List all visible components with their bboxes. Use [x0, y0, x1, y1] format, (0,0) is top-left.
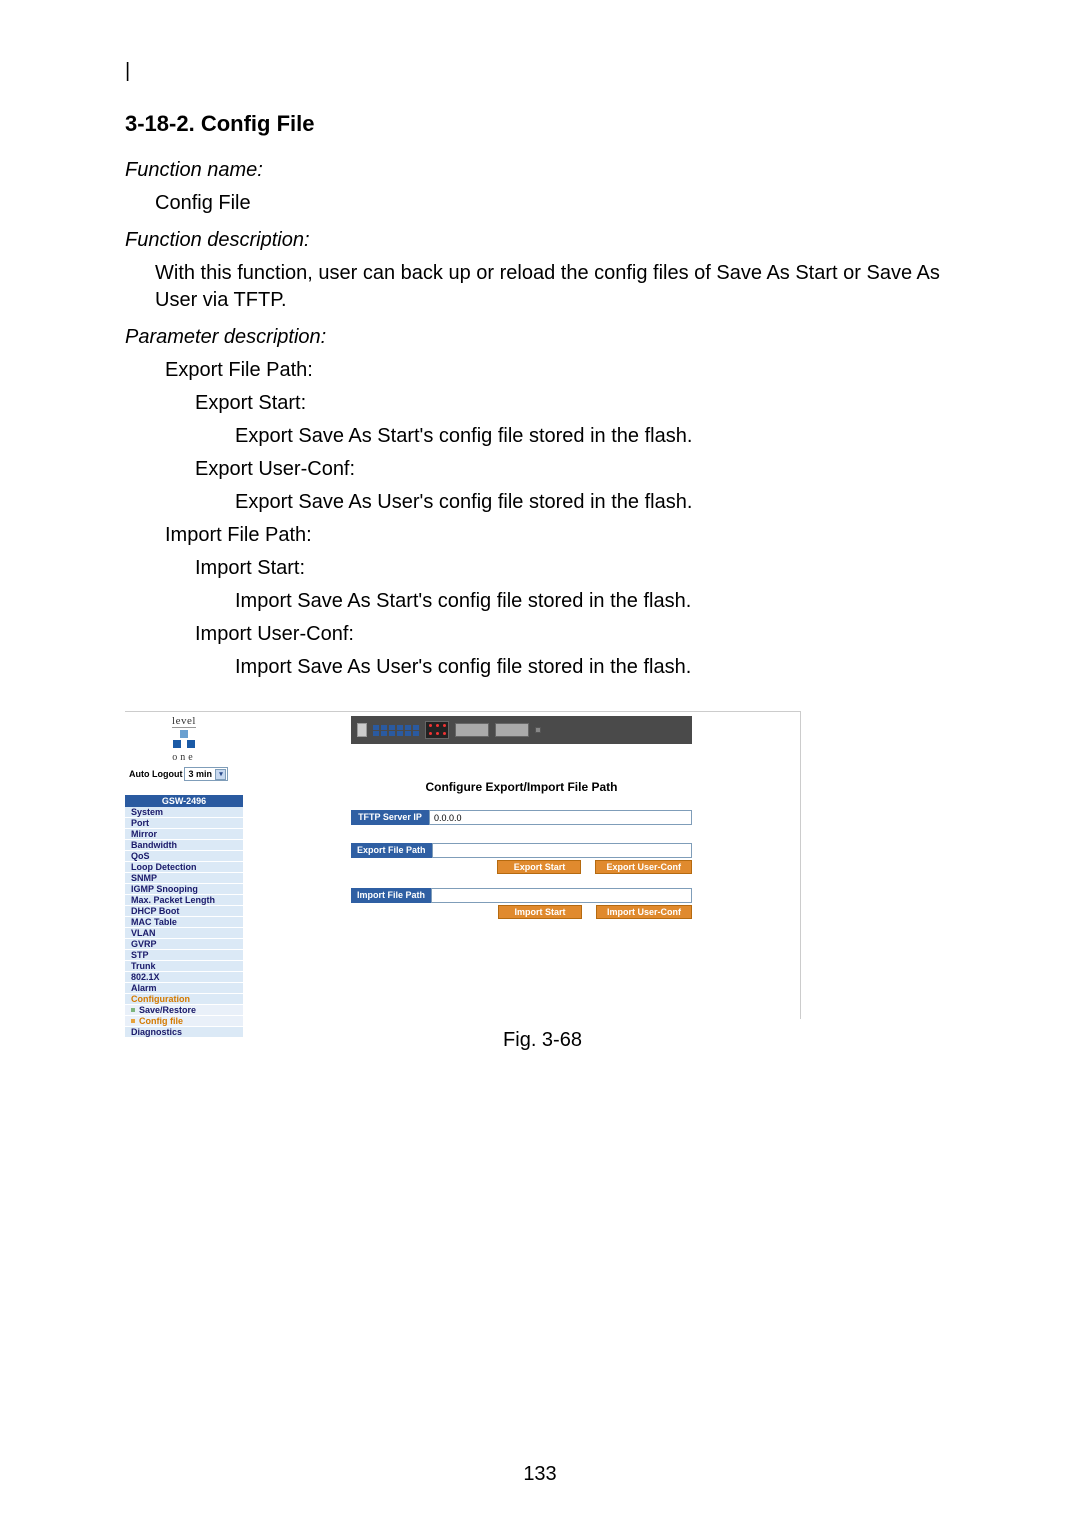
import-start-button[interactable]: Import Start [498, 905, 582, 919]
logo-text-bottom: one [172, 752, 195, 763]
param-import-user-d: Import Save As User's config file stored… [235, 654, 960, 681]
auto-logout-select[interactable]: 3 min ▾ [184, 767, 228, 781]
nav-item-snmp[interactable]: SNMP [125, 873, 243, 884]
function-name-label: Function name: [125, 159, 960, 182]
function-desc-label: Function description: [125, 229, 960, 252]
nav-item-loop-detection[interactable]: Loop Detection [125, 862, 243, 873]
auto-logout-value: 3 min [188, 769, 212, 779]
module-slot-icon [495, 723, 529, 737]
nav-item-gvrp[interactable]: GVRP [125, 939, 243, 950]
nav-item-system[interactable]: System [125, 807, 243, 818]
import-path-row: Import File Path [351, 888, 692, 903]
auto-logout-row: Auto Logout 3 min ▾ [125, 765, 243, 785]
content-title: Configure Export/Import File Path [351, 780, 692, 794]
param-export-user-d: Export Save As User's config file stored… [235, 489, 960, 516]
module-slot-icon [455, 723, 489, 737]
import-path-input[interactable] [431, 888, 692, 903]
param-desc-label: Parameter description: [125, 326, 960, 349]
nav-item-mirror[interactable]: Mirror [125, 829, 243, 840]
export-path-row: Export File Path [351, 843, 692, 858]
param-export-path: Export File Path: [165, 357, 960, 384]
tftp-label: TFTP Server IP [351, 810, 429, 825]
nav-item-configuration[interactable]: Configuration [125, 994, 243, 1005]
auto-logout-label: Auto Logout [129, 769, 182, 779]
nav-item-save-restore[interactable]: Save/Restore [125, 1005, 243, 1016]
port-block-icon [425, 721, 449, 739]
nav-item-max-packet-length[interactable]: Max. Packet Length [125, 895, 243, 906]
nav-list: SystemPortMirrorBandwidthQoSLoop Detecti… [125, 807, 243, 1038]
chip-icon [357, 723, 367, 737]
export-user-conf-button[interactable]: Export User-Conf [595, 860, 692, 874]
figure-caption: Fig. 3-68 [125, 1029, 960, 1052]
param-import-start-h: Import Start: [195, 555, 960, 582]
function-name-value: Config File [155, 190, 960, 217]
nav-item-config-file[interactable]: Config file [125, 1016, 243, 1027]
page-marker: | [125, 60, 960, 83]
nav-item-stp[interactable]: STP [125, 950, 243, 961]
param-import-path: Import File Path: [165, 522, 960, 549]
param-export-user-h: Export User-Conf: [195, 456, 960, 483]
page-number: 133 [0, 1463, 1080, 1486]
section-title: 3-18-2. Config File [125, 111, 960, 137]
export-path-label: Export File Path [351, 843, 432, 858]
config-file-screenshot: level one Auto Logout 3 min ▾ GSW-2496 S… [125, 711, 801, 1019]
logo-text-top: level [172, 716, 196, 728]
param-import-user-h: Import User-Conf: [195, 621, 960, 648]
export-path-input[interactable] [432, 843, 692, 858]
nav-item-dhcp-boot[interactable]: DHCP Boot [125, 906, 243, 917]
nav-item-802-1x[interactable]: 802.1X [125, 972, 243, 983]
nav-item-port[interactable]: Port [125, 818, 243, 829]
nav-item-alarm[interactable]: Alarm [125, 983, 243, 994]
export-start-button[interactable]: Export Start [497, 860, 581, 874]
import-path-label: Import File Path [351, 888, 431, 903]
nav-item-igmp-snooping[interactable]: IGMP Snooping [125, 884, 243, 895]
nav-item-mac-table[interactable]: MAC Table [125, 917, 243, 928]
tftp-input[interactable]: 0.0.0.0 [429, 810, 692, 825]
function-desc-value: With this function, user can back up or … [155, 260, 960, 314]
nav-item-qos[interactable]: QoS [125, 851, 243, 862]
device-image-banner [351, 716, 692, 744]
tftp-row: TFTP Server IP 0.0.0.0 [351, 810, 692, 825]
param-import-start-d: Import Save As Start's config file store… [235, 588, 960, 615]
import-user-conf-button[interactable]: Import User-Conf [596, 905, 692, 919]
nav-item-trunk[interactable]: Trunk [125, 961, 243, 972]
param-export-start-h: Export Start: [195, 390, 960, 417]
device-model-header: GSW-2496 [125, 795, 243, 807]
param-export-start-d: Export Save As Start's config file store… [235, 423, 960, 450]
port-icon [535, 727, 541, 733]
sidebar: level one Auto Logout 3 min ▾ GSW-2496 S… [125, 712, 243, 1019]
content-area: Configure Export/Import File Path TFTP S… [243, 750, 800, 933]
brand-logo: level one [125, 712, 243, 765]
nav-item-vlan[interactable]: VLAN [125, 928, 243, 939]
chevron-down-icon: ▾ [215, 769, 226, 780]
nav-item-diagnostics[interactable]: Diagnostics [125, 1027, 243, 1038]
main-panel: Configure Export/Import File Path TFTP S… [243, 712, 800, 1019]
nav-item-bandwidth[interactable]: Bandwidth [125, 840, 243, 851]
logo-icon [173, 730, 195, 750]
